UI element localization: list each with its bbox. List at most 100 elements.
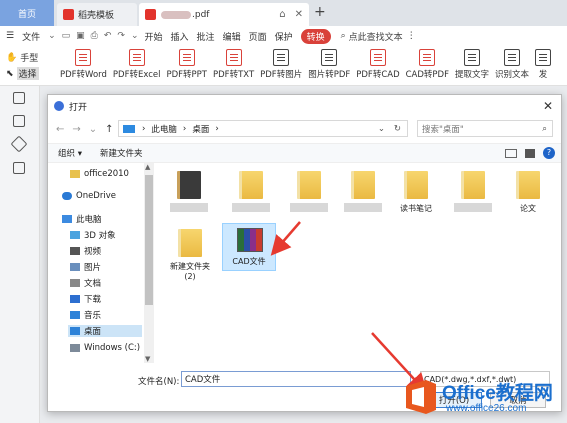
send-icon — [535, 49, 552, 66]
nav-item-this-pc[interactable]: 此电脑 — [62, 213, 102, 225]
new-folder-button[interactable]: 新建文件夹 — [100, 147, 143, 159]
pdf-to-image-label: PDF转图片 — [260, 70, 303, 80]
save-icon[interactable]: ▣ — [76, 31, 85, 41]
menu-protect[interactable]: 保护 — [275, 30, 293, 43]
organize-button[interactable]: 组织 ▾ — [58, 147, 82, 159]
blurred-filename — [344, 203, 382, 212]
nav-item-office2010[interactable]: office2010 — [70, 169, 129, 179]
menu-comment[interactable]: 批注 — [197, 30, 215, 43]
nav-item-music[interactable]: 音乐 — [70, 309, 101, 321]
nav-label: 此电脑 — [76, 215, 102, 225]
folder-icon — [404, 171, 428, 199]
view-options-icon[interactable] — [505, 148, 517, 158]
pdf-to-ppt-button[interactable]: PDF转PPT — [167, 49, 207, 80]
folder-icon — [297, 171, 321, 199]
file-item[interactable] — [290, 171, 328, 212]
more-icon[interactable]: ⋮ — [407, 31, 416, 41]
nav-item-3d-objects[interactable]: 3D 对象 — [70, 229, 116, 241]
file-item-cad-selected[interactable]: CAD文件 — [222, 223, 276, 271]
file-item-new-folder-2[interactable]: 新建文件夹 (2) — [168, 229, 212, 281]
pdf-to-image-button[interactable]: PDF转图片 — [260, 49, 302, 80]
address-this-pc[interactable]: 此电脑 — [151, 123, 177, 135]
menu-file[interactable]: 文件 — [22, 30, 40, 43]
menu-convert[interactable]: 转换 — [300, 28, 331, 44]
pin-icon[interactable]: ⌂ — [279, 9, 285, 20]
file-item[interactable] — [232, 171, 270, 212]
help-icon[interactable]: ? — [543, 147, 555, 159]
send-button[interactable]: 发 — [535, 49, 552, 80]
refresh-icon[interactable]: ↻ — [394, 124, 401, 134]
file-item[interactable] — [170, 171, 208, 212]
more-chevron-icon[interactable]: ⌄ — [131, 31, 139, 41]
find-text[interactable]: ⌕ 点此查找文本 — [341, 30, 403, 43]
file-item[interactable] — [454, 171, 492, 212]
scroll-thumb[interactable] — [145, 175, 153, 305]
file-item-essay[interactable]: 论文 — [516, 171, 540, 214]
up-arrow-icon[interactable]: ↑ — [105, 124, 113, 135]
nav-label: 视频 — [84, 247, 102, 257]
bookmark-icon[interactable] — [10, 135, 28, 153]
menu-page[interactable]: 页面 — [249, 30, 267, 43]
close-tab-icon[interactable]: ✕ — [295, 9, 303, 20]
redo-icon[interactable]: ↷ — [117, 31, 125, 41]
hamburger-icon[interactable]: ☰ — [6, 31, 14, 41]
nav-item-documents[interactable]: 文档 — [70, 277, 101, 289]
thumbnail-icon[interactable] — [13, 92, 25, 104]
search-input[interactable]: 搜索"桌面" ⌕ — [417, 120, 553, 137]
docer-logo-icon — [63, 9, 74, 20]
pdf-to-txt-button[interactable]: PDF转TXT — [213, 49, 254, 80]
file-item-reader-notes[interactable]: 读书笔记 — [400, 171, 432, 214]
folder-icon[interactable]: ▭ — [62, 31, 71, 41]
scroll-up-icon[interactable]: ▲ — [145, 163, 150, 171]
nav-item-downloads[interactable]: 下载 — [70, 293, 101, 305]
address-desktop[interactable]: 桌面 — [192, 123, 209, 135]
image-to-pdf-button[interactable]: 图片转PDF — [308, 49, 350, 80]
ocr-text-button[interactable]: 识别文本 — [495, 49, 529, 80]
nav-label: 音乐 — [84, 311, 102, 321]
menu-insert[interactable]: 插入 — [171, 30, 189, 43]
blurred-filename — [161, 10, 191, 19]
nav-label: Windows (C:) — [84, 343, 141, 353]
address-bar[interactable]: › 此电脑 › 桌面 › ⌄ ↻ — [118, 120, 408, 137]
cloud-icon — [62, 192, 72, 200]
comment-icon[interactable] — [13, 162, 25, 174]
recent-chevron-icon[interactable]: ⌄ — [89, 124, 97, 135]
chevron-down-icon[interactable]: ⌄ — [48, 31, 56, 41]
extract-text-button[interactable]: 提取文字 — [455, 49, 489, 80]
nav-item-onedrive[interactable]: OneDrive — [62, 191, 116, 201]
pdf-to-cad-button[interactable]: PDF转CAD — [356, 49, 400, 80]
print-icon[interactable]: ⎙ — [91, 31, 98, 41]
address-dropdown-icon[interactable]: ⌄ — [378, 124, 385, 134]
pdf-to-excel-button[interactable]: PDF转Excel — [113, 49, 161, 80]
nav-label: office2010 — [84, 169, 129, 179]
menu-edit[interactable]: 编辑 — [223, 30, 241, 43]
pdf-to-cad-icon — [369, 49, 386, 66]
select-tool[interactable]: ⬉ 选择 — [6, 67, 39, 80]
pdf-to-word-button[interactable]: PDF转Word — [60, 49, 107, 80]
undo-icon[interactable]: ↶ — [104, 31, 112, 41]
cube-icon — [70, 231, 80, 239]
new-tab-button[interactable]: + — [314, 4, 326, 20]
menu-start[interactable]: 开始 — [145, 30, 163, 43]
nav-item-pictures[interactable]: 图片 — [70, 261, 101, 273]
nav-item-videos[interactable]: 视频 — [70, 245, 101, 257]
filename-field[interactable]: CAD文件 — [181, 371, 411, 387]
hand-tool[interactable]: ✋ 手型 — [6, 51, 38, 65]
cad-to-pdf-button[interactable]: CAD转PDF — [406, 49, 449, 80]
image-icon[interactable] — [13, 115, 25, 127]
nav-item-desktop[interactable]: 桌面 — [68, 325, 142, 337]
close-icon[interactable]: ✕ — [543, 99, 553, 113]
watermark-brand: Office教程网 — [442, 383, 553, 404]
nav-scrollbar[interactable]: ▲ ▼ — [144, 163, 154, 363]
file-item[interactable] — [344, 171, 382, 212]
ocr-text-icon — [504, 49, 520, 66]
scroll-down-icon[interactable]: ▼ — [145, 355, 150, 363]
preview-pane-icon[interactable] — [525, 148, 535, 158]
tab-template[interactable]: 稻壳模板 — [57, 3, 137, 26]
tab-pdf-document[interactable]: .pdf ⌂ ✕ — [139, 3, 309, 26]
forward-arrow-icon[interactable]: → — [72, 124, 80, 135]
nav-item-drive-c[interactable]: Windows (C:) — [70, 343, 140, 353]
tab-home[interactable]: 首页 — [0, 0, 54, 26]
back-arrow-icon[interactable]: ← — [56, 124, 64, 135]
ocr-text-label: 识别文本 — [495, 70, 530, 80]
